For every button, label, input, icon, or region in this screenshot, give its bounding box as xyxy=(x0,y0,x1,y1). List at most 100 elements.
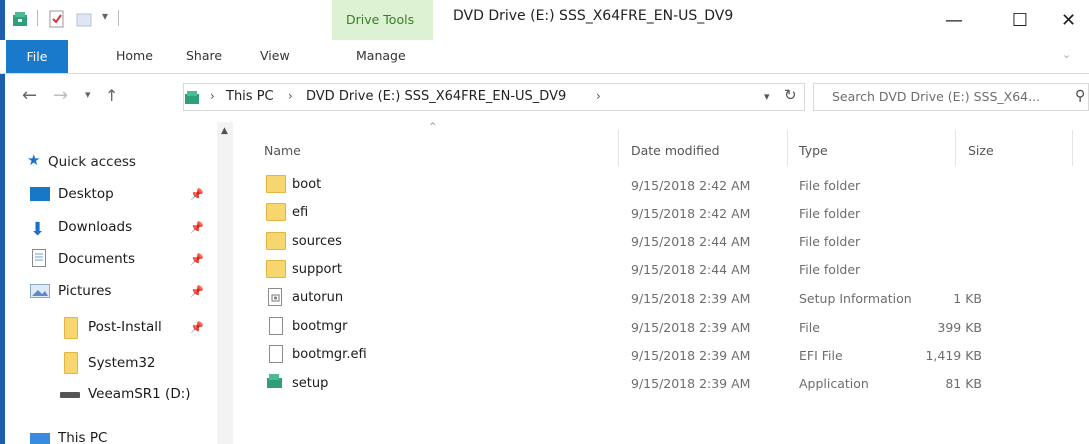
nav-item-veeamsr1[interactable]: VeeamSR1 (D:) xyxy=(88,386,191,402)
search-icon[interactable]: ⚲ xyxy=(1075,88,1085,104)
file-name[interactable]: setup xyxy=(292,376,328,391)
up-arrow-icon[interactable]: ↑ xyxy=(105,86,118,105)
desktop-icon xyxy=(30,187,50,201)
back-arrow-icon[interactable]: ← xyxy=(22,85,37,106)
file-date: 9/15/2018 2:39 AM xyxy=(631,291,751,306)
maximize-icon: ☐ xyxy=(1011,9,1029,31)
tab-share[interactable]: Share xyxy=(186,48,222,63)
sort-ascending-caret-icon: ^ xyxy=(429,122,437,132)
file-type: File folder xyxy=(799,234,861,249)
file-name[interactable]: boot xyxy=(292,177,321,192)
pc-icon xyxy=(30,433,50,444)
nav-item-post-install[interactable]: Post-Install xyxy=(88,319,162,335)
folder-icon xyxy=(64,352,78,374)
column-divider[interactable] xyxy=(618,130,619,166)
address-history-chevron-icon[interactable]: ▾ xyxy=(764,90,770,103)
file-type: EFI File xyxy=(799,348,843,363)
minimize-button[interactable]: — xyxy=(928,0,980,40)
folder-icon xyxy=(64,317,78,339)
tab-file[interactable]: File xyxy=(6,40,68,73)
file-size: 81 KB xyxy=(945,376,982,391)
maximize-button[interactable]: ☐ xyxy=(994,0,1046,40)
pin-icon[interactable]: 📌 xyxy=(190,321,204,334)
recent-locations-chevron-icon[interactable]: ▾ xyxy=(85,88,91,101)
application-icon xyxy=(265,373,285,389)
window-title: DVD Drive (E:) SSS_X64FRE_EN-US_DV9 xyxy=(453,8,734,24)
folder-icon xyxy=(266,260,286,278)
new-folder-icon[interactable] xyxy=(76,10,94,28)
refresh-icon[interactable]: ↻ xyxy=(784,86,797,104)
column-header-name[interactable]: Name xyxy=(264,143,301,158)
nav-item-documents[interactable]: Documents xyxy=(58,251,135,267)
file-date: 9/15/2018 2:44 AM xyxy=(631,262,751,277)
column-divider[interactable] xyxy=(787,130,788,166)
file-name[interactable]: support xyxy=(292,262,342,277)
nav-item-desktop[interactable]: Desktop xyxy=(58,186,114,202)
file-type: File folder xyxy=(799,178,861,193)
minimize-icon: — xyxy=(945,9,963,31)
file-icon xyxy=(269,317,283,335)
customize-toolbar-dropdown-icon[interactable]: ▾ xyxy=(102,9,108,23)
forward-arrow-icon[interactable]: → xyxy=(53,85,68,106)
breadcrumb-separator-icon[interactable]: › xyxy=(596,89,601,103)
scroll-up-arrow-icon[interactable]: ▲ xyxy=(221,126,228,136)
pictures-icon xyxy=(30,284,50,298)
column-divider[interactable] xyxy=(955,130,956,166)
ribbon-tab-bar xyxy=(0,40,1089,74)
file-name[interactable]: sources xyxy=(292,234,342,249)
file-type: File folder xyxy=(799,262,861,277)
column-header-date-modified[interactable]: Date modified xyxy=(631,143,720,158)
toolbar-divider xyxy=(118,10,119,26)
tab-manage[interactable]: Manage xyxy=(356,48,406,63)
nav-item-this-pc[interactable]: This PC xyxy=(58,430,107,444)
close-button[interactable]: ✕ xyxy=(1048,0,1089,40)
file-type: File xyxy=(799,320,820,335)
nav-quick-access[interactable]: Quick access xyxy=(48,154,136,170)
file-type: Setup Information xyxy=(799,291,912,306)
properties-icon[interactable] xyxy=(48,10,66,28)
pin-icon[interactable]: 📌 xyxy=(190,188,204,201)
pin-icon[interactable]: 📌 xyxy=(190,253,204,266)
folder-icon xyxy=(266,175,286,193)
file-name[interactable]: efi xyxy=(292,205,308,220)
nav-item-pictures[interactable]: Pictures xyxy=(58,283,111,299)
star-icon: ★ xyxy=(27,151,41,169)
file-size: 1,419 KB xyxy=(925,348,982,363)
file-size: 1 KB xyxy=(953,291,982,306)
file-name[interactable]: bootmgr xyxy=(292,319,348,334)
breadcrumb-dvd-drive[interactable]: DVD Drive (E:) SSS_X64FRE_EN-US_DV9 xyxy=(306,89,566,104)
explorer-app-icon[interactable] xyxy=(12,10,30,28)
file-name[interactable]: bootmgr.efi xyxy=(292,347,367,362)
file-date: 9/15/2018 2:39 AM xyxy=(631,348,751,363)
nav-item-downloads[interactable]: Downloads xyxy=(58,219,132,235)
breadcrumb-this-pc[interactable]: This PC xyxy=(226,89,274,104)
column-header-type[interactable]: Type xyxy=(799,143,828,158)
expand-ribbon-chevron-icon[interactable]: ⌄ xyxy=(1062,48,1071,61)
file-date: 9/15/2018 2:39 AM xyxy=(631,376,751,391)
file-date: 9/15/2018 2:42 AM xyxy=(631,206,751,221)
drive-icon xyxy=(60,392,80,398)
file-date: 9/15/2018 2:44 AM xyxy=(631,234,751,249)
navigation-scrollbar[interactable] xyxy=(217,122,233,444)
tab-home[interactable]: Home xyxy=(116,48,153,63)
file-type: File folder xyxy=(799,206,861,221)
search-placeholder: Search DVD Drive (E:) SSS_X64... xyxy=(832,89,1041,104)
documents-icon xyxy=(32,249,46,267)
file-size: 399 KB xyxy=(937,320,982,335)
file-date: 9/15/2018 2:39 AM xyxy=(631,320,751,335)
breadcrumb-separator-icon[interactable]: › xyxy=(210,89,215,103)
folder-icon xyxy=(266,203,286,221)
breadcrumb-separator-icon[interactable]: › xyxy=(288,89,293,103)
file-name[interactable]: autorun xyxy=(292,290,343,305)
folder-icon xyxy=(266,232,286,250)
tab-view[interactable]: View xyxy=(260,48,290,63)
downloads-icon: ⬇ xyxy=(30,219,46,240)
column-divider[interactable] xyxy=(1072,130,1073,166)
drive-location-icon xyxy=(184,89,202,109)
nav-item-system32[interactable]: System32 xyxy=(88,355,156,371)
pin-icon[interactable]: 📌 xyxy=(190,221,204,234)
setup-info-icon xyxy=(268,288,284,306)
file-icon xyxy=(269,345,283,363)
column-header-size[interactable]: Size xyxy=(968,143,994,158)
pin-icon[interactable]: 📌 xyxy=(190,285,204,298)
